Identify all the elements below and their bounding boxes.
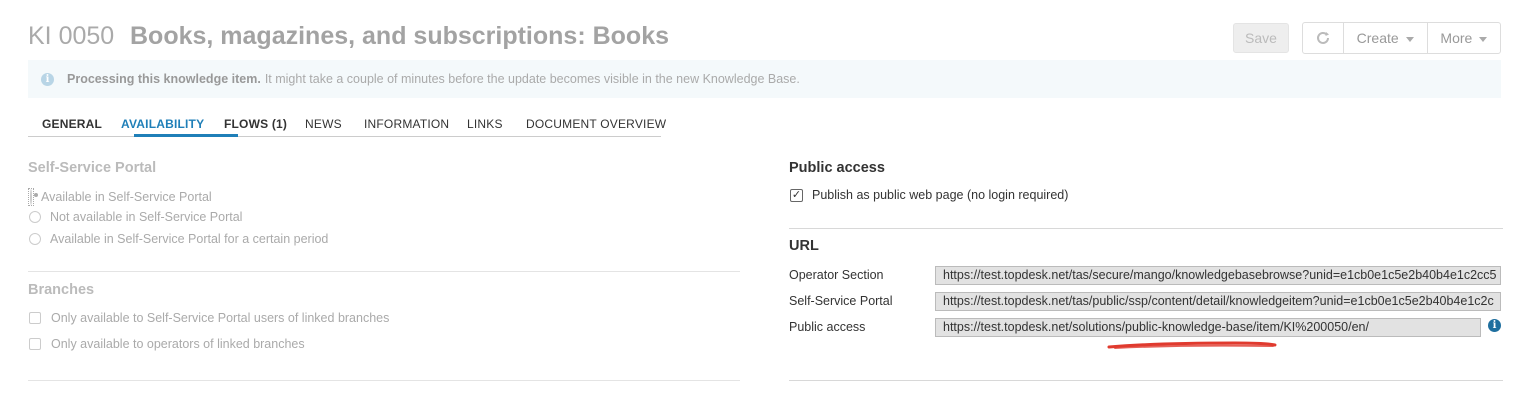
info-icon: i <box>41 72 54 86</box>
create-button[interactable]: Create <box>1344 23 1428 53</box>
processing-banner: i Processing this knowledge item. It mig… <box>28 60 1501 98</box>
refresh-icon <box>1316 31 1329 44</box>
banner-text: It might take a couple of minutes before… <box>264 72 800 86</box>
ssp-option-label: Available in Self-Service Portal for a c… <box>50 232 329 246</box>
ssp-option-label: Available in Self-Service Portal <box>41 190 212 204</box>
chevron-down-icon <box>1405 36 1414 42</box>
public-access-title: Public access <box>789 160 885 176</box>
url-label-ssp: Self-Service Portal <box>789 294 893 308</box>
ssp-option-label: Not available in Self-Service Portal <box>50 210 243 224</box>
branches-option-ssp-users[interactable]: Only available to Self-Service Portal us… <box>29 311 389 325</box>
checkbox[interactable] <box>29 338 41 350</box>
url-field-operator[interactable]: https://test.topdesk.net/tas/secure/mang… <box>935 266 1501 285</box>
active-tab-indicator <box>134 134 238 137</box>
tab-flows[interactable]: FLOWS (1) <box>224 117 287 131</box>
checkbox[interactable] <box>29 312 41 324</box>
url-section-title: URL <box>789 238 819 254</box>
url-field-public[interactable]: https://test.topdesk.net/solutions/publi… <box>935 318 1481 337</box>
branches-option-operators[interactable]: Only available to operators of linked br… <box>29 337 305 351</box>
radio-button[interactable] <box>29 233 41 245</box>
tab-bar: GENERAL AVAILABILITY FLOWS (1) NEWS INFO… <box>28 112 666 137</box>
tab-information[interactable]: INFORMATION <box>364 117 449 131</box>
create-label: Create <box>1356 30 1399 46</box>
ssp-option-not-available[interactable]: Not available in Self-Service Portal <box>29 210 242 224</box>
banner-bold-text: Processing this knowledge item. <box>67 72 261 86</box>
branches-option-label: Only available to operators of linked br… <box>51 337 305 351</box>
tab-general[interactable]: GENERAL <box>42 117 102 131</box>
divider <box>28 271 740 272</box>
more-label: More <box>1440 30 1473 46</box>
publish-public-label: Publish as public web page (no login req… <box>812 188 1069 202</box>
tab-document-overview[interactable]: DOCUMENT OVERVIEW <box>526 117 666 131</box>
url-label-operator: Operator Section <box>789 268 884 282</box>
refresh-button[interactable] <box>1303 23 1344 53</box>
ssp-option-available[interactable]: Available in Self-Service Portal <box>28 188 212 206</box>
checkbox-checked[interactable]: ✓ <box>790 188 803 202</box>
more-button[interactable]: More <box>1428 23 1500 53</box>
tab-availability[interactable]: AVAILABILITY <box>121 117 204 131</box>
branches-section-title: Branches <box>28 282 95 298</box>
url-field-ssp[interactable]: https://test.topdesk.net/tas/public/ssp/… <box>935 292 1501 311</box>
divider <box>789 380 1503 381</box>
ssp-option-period[interactable]: Available in Self-Service Portal for a c… <box>29 232 328 246</box>
action-button-group: Create More <box>1302 22 1501 54</box>
url-label-public: Public access <box>789 320 866 334</box>
divider <box>28 380 740 381</box>
publish-public-option[interactable]: ✓ Publish as public web page (no login r… <box>790 188 1068 202</box>
radio-button[interactable] <box>30 189 32 205</box>
chevron-down-icon <box>1479 36 1488 42</box>
radio-button[interactable] <box>29 211 41 223</box>
page-title: Books, magazines, and subscriptions: Boo… <box>130 22 670 50</box>
radio-focus-ring <box>28 188 34 206</box>
ssp-section-title: Self-Service Portal <box>28 160 157 176</box>
info-icon[interactable]: i <box>1488 319 1501 332</box>
red-underline-annotation <box>1107 341 1277 349</box>
divider <box>789 228 1503 229</box>
tab-links[interactable]: LINKS <box>467 117 503 131</box>
item-number: KI 0050 <box>28 22 115 50</box>
save-button[interactable]: Save <box>1233 23 1289 53</box>
branches-option-label: Only available to Self-Service Portal us… <box>51 311 390 325</box>
tab-news[interactable]: NEWS <box>305 117 342 131</box>
